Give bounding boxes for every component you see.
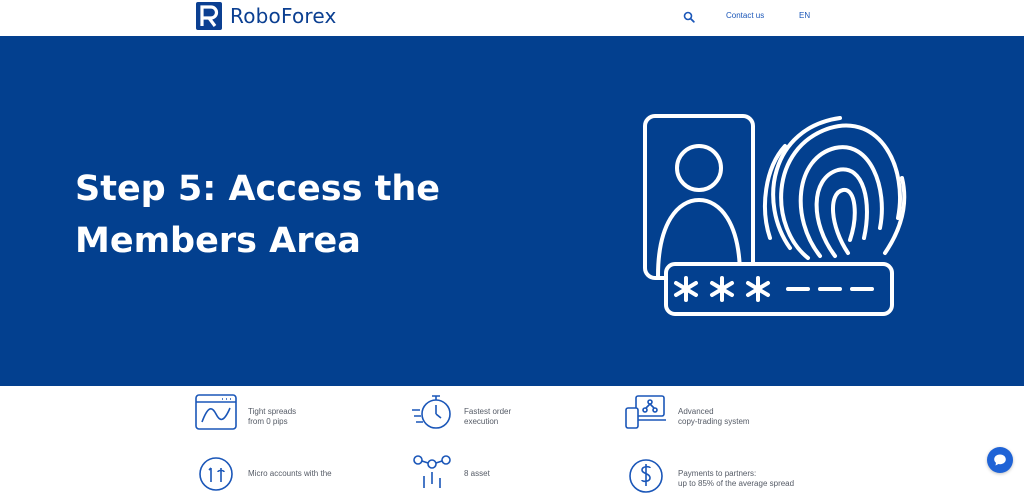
feature-item-copy-trading: Advanced copy-trading system	[624, 392, 750, 432]
feature-text: Micro accounts with the	[248, 469, 332, 478]
logo-text: RoboForex	[230, 4, 337, 28]
feature-text: Fastest order execution	[464, 407, 512, 426]
roboforex-logo-mark-icon	[196, 2, 222, 30]
features-section: Tight spreads from 0 pips Fastest order ex…	[0, 386, 1024, 493]
feature-text: Payments to partners: up to 85% of the av…	[678, 469, 795, 488]
site-header: RoboForex Contact us EN	[0, 0, 1024, 36]
feature-item-asset-types: 8 asset	[410, 454, 490, 494]
stopwatch-icon	[412, 395, 451, 429]
copy-trading-devices-icon	[625, 395, 666, 429]
asset-types-icon	[413, 455, 451, 488]
feature-item-execution: Fastest order execution	[410, 392, 511, 432]
search-icon[interactable]	[683, 11, 695, 23]
language-selector[interactable]: EN	[799, 11, 810, 20]
chat-button[interactable]	[987, 447, 1013, 473]
chat-bubble-icon	[994, 454, 1006, 466]
feature-text: 8 asset	[464, 469, 490, 478]
feature-text: Tight spreads from 0 pips	[248, 407, 297, 426]
dollar-coin-icon	[629, 459, 663, 493]
feature-item-spreads: Tight spreads from 0 pips	[194, 392, 296, 432]
contact-us-link[interactable]: Contact us	[726, 11, 764, 20]
feature-item-partner-payments: Payments to partners: up to 85% of the av…	[624, 454, 794, 494]
chart-spread-icon	[195, 394, 237, 430]
roboforex-logo[interactable]: RoboForex	[194, 1, 337, 31]
id-card-fingerprint-password-icon	[643, 114, 907, 316]
hero-title: Step 5: Access the Members Area	[75, 169, 441, 261]
hero-banner: Step 5: Access the Members Area	[0, 36, 1024, 386]
feature-text: Advanced copy-trading system	[678, 407, 750, 426]
micro-coin-icon	[199, 457, 233, 491]
feature-item-micro-accounts: Micro accounts with the	[194, 454, 332, 494]
